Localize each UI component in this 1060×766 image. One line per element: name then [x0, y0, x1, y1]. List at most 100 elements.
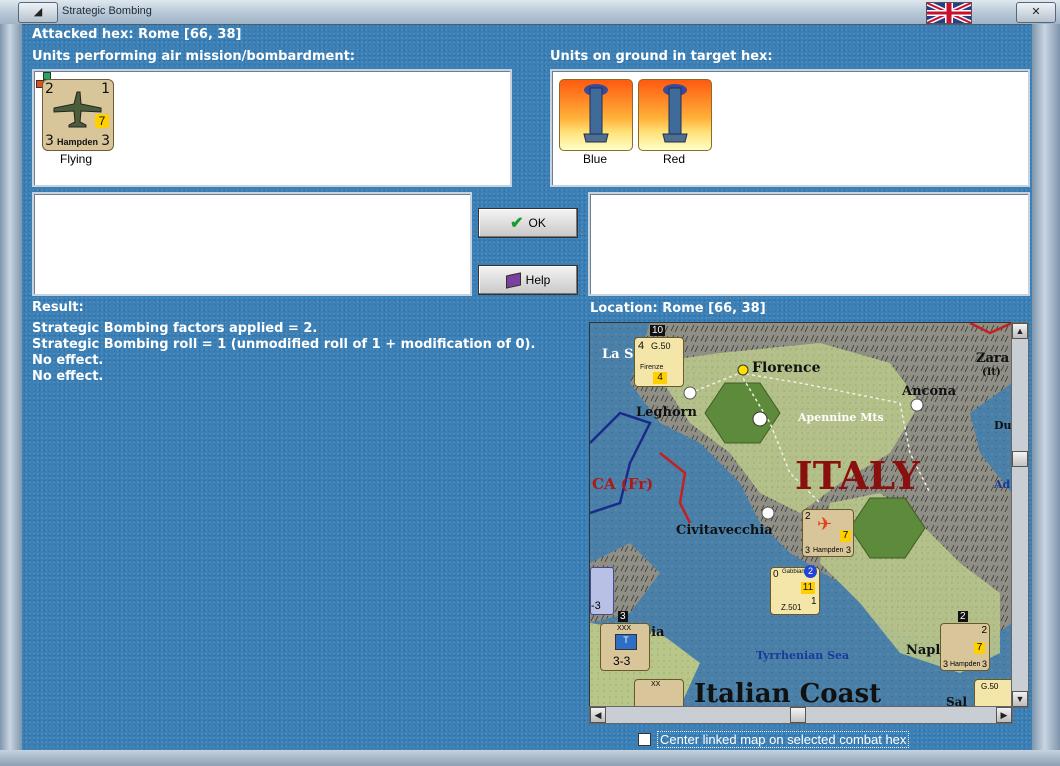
bottom-frame	[0, 750, 1060, 766]
center-map-option[interactable]: Center linked map on selected combat hex	[638, 731, 910, 748]
map-label-leghorn: Leghorn	[636, 405, 697, 420]
ground-unit-label: Blue	[582, 152, 608, 166]
right-frame	[1032, 24, 1060, 766]
counter-value: 2	[981, 625, 987, 636]
counter-value: 3-3	[613, 654, 631, 668]
close-icon: ✕	[1031, 6, 1041, 18]
fire-icon: ✈	[817, 514, 833, 534]
factory-blue-tile[interactable]	[559, 79, 633, 151]
counter-unit-name: Hampden	[950, 661, 981, 668]
scroll-right-icon[interactable]: ▶	[996, 707, 1012, 723]
air-units-list: 2 1 7 3 Hampden 3 Flying	[32, 69, 512, 187]
map-counter-hampden[interactable]: 2 ✈ 7 3 Hampden 3	[802, 509, 854, 557]
map-label-ad: Ad	[994, 478, 1011, 491]
ground-units-list: Blue Red	[550, 69, 1030, 187]
counter-base: Gabbiani	[782, 569, 807, 575]
target-detail-panel	[588, 192, 1030, 296]
counter-value: 4	[638, 340, 645, 352]
scroll-down-icon[interactable]: ▼	[1012, 691, 1028, 707]
center-map-label: Center linked map on selected combat hex	[657, 731, 910, 748]
checkmark-icon: ✔	[510, 215, 524, 232]
result-line: Strategic Bombing roll = 1 (unmodified r…	[32, 337, 536, 352]
map-label-italy: ITALY	[795, 453, 920, 498]
map-label-florence: Florence	[752, 360, 821, 376]
ok-button-label: OK	[528, 216, 546, 230]
close-button[interactable]: ✕	[1016, 2, 1056, 23]
counter-value: -3	[591, 600, 601, 612]
result-line: Strategic Bombing factors applied = 2.	[32, 321, 318, 336]
counter-value: 3	[981, 659, 987, 669]
hampden-counter[interactable]: 2 1 7 3 Hampden 3	[42, 79, 114, 151]
help-button[interactable]: Help	[478, 265, 578, 295]
linked-map[interactable]: La S Florence Ancona Leghorn Apennine Mt…	[589, 322, 1013, 708]
factory-smokestack-icon	[583, 84, 609, 143]
strategic-bombing-window: ◢ Strategic Bombing ✕ Attacked hex: Rome…	[0, 0, 1060, 766]
counter-bottom-right: 3	[101, 133, 110, 149]
map-label-zara: Zara	[976, 351, 1010, 366]
map-counter-hampden-naples[interactable]: 2 7 3 Hampden 3	[940, 623, 990, 671]
attack-factor-badge: 7	[95, 114, 109, 128]
map-label-ancona: Ancona	[902, 384, 956, 399]
counter-value: 3	[805, 545, 811, 555]
map-label-corsica: CA (Fr)	[592, 475, 654, 493]
map-label-la-spezia: La S	[602, 347, 634, 362]
counter-unit-name: Hampden	[813, 547, 844, 554]
counter-value: 3	[845, 545, 851, 555]
map-counter-corps[interactable]: XXX T 3-3	[600, 623, 650, 671]
counter-unit-name: Z.501	[781, 603, 802, 612]
map-label-naples: Napl	[906, 643, 941, 658]
map-label-du: Du	[994, 419, 1012, 432]
map-counter-g50[interactable]: 4 G.50 Firenze 4	[634, 337, 684, 387]
counter-base: Firenze	[640, 364, 664, 371]
attacked-hex-label: Attacked hex: Rome [66, 38]	[32, 27, 242, 42]
help-button-label: Help	[525, 273, 551, 287]
minimize-button[interactable]: ◢	[18, 2, 58, 23]
scroll-up-icon[interactable]: ▲	[1012, 323, 1028, 339]
map-label-civitavecchia: Civitavecchia	[676, 523, 773, 538]
result-header: Result:	[32, 300, 84, 315]
uk-flag-icon	[926, 2, 972, 24]
map-counter-g50-bottom[interactable]: G.50	[974, 679, 1012, 707]
counter-factor: 4	[653, 372, 667, 384]
counter-bottom-left: 3	[45, 133, 54, 149]
counter-unit-name: Hampden	[57, 137, 99, 147]
scroll-left-icon[interactable]: ◀	[590, 707, 606, 723]
attacker-detail-panel	[32, 192, 472, 296]
help-book-icon	[505, 271, 521, 289]
unit-size-label: XXX	[617, 625, 632, 632]
unit-count-badge: 2	[804, 565, 817, 578]
map-horizontal-scrollbar[interactable]: ◀ ▶	[589, 706, 1013, 724]
ground-unit-label: Red	[662, 152, 685, 166]
vertical-scroll-thumb[interactable]	[1012, 451, 1028, 467]
counter-type: G.50	[981, 682, 999, 691]
factory-red-tile[interactable]	[638, 79, 712, 151]
counter-factor: 7	[974, 642, 985, 654]
map-label-zara-sub: (It)	[982, 367, 1001, 378]
map-vertical-scrollbar[interactable]: ▲ ▼	[1011, 322, 1029, 708]
factory-smokestack-icon	[662, 84, 688, 143]
counter-type: G.50	[651, 341, 671, 351]
result-line: No effect.	[32, 353, 104, 368]
counter-value: 0	[773, 569, 779, 580]
title-bar: ◢ Strategic Bombing ✕	[0, 0, 1060, 25]
counter-factor: 7	[840, 530, 851, 542]
center-map-checkbox[interactable]	[638, 733, 651, 746]
unit-type-icon: T	[615, 634, 637, 650]
left-frame	[0, 24, 22, 766]
air-units-header: Units performing air mission/bombardment…	[32, 49, 356, 64]
unit-status-label: Flying	[59, 152, 92, 166]
counter-value: 1	[811, 596, 817, 607]
map-label-tyrrhenian: Tyrrhenian Sea	[756, 649, 850, 662]
map-label-italian-coast: Italian Coast	[694, 679, 882, 708]
stack-count-badge: 3	[618, 611, 628, 622]
stack-count-badge: 10	[650, 325, 666, 336]
ok-button[interactable]: ✔ OK	[478, 208, 578, 238]
horizontal-scroll-thumb[interactable]	[790, 707, 806, 723]
window-title: Strategic Bombing	[62, 5, 152, 17]
minimize-icon: ◢	[33, 6, 43, 18]
map-counter-partial[interactable]: -3	[590, 567, 614, 615]
map-counter-division[interactable]: XX	[634, 679, 684, 707]
unit-size-label: XX	[651, 681, 661, 688]
counter-value: 2	[805, 511, 811, 522]
map-label-apennine: Apennine Mts	[798, 411, 884, 424]
